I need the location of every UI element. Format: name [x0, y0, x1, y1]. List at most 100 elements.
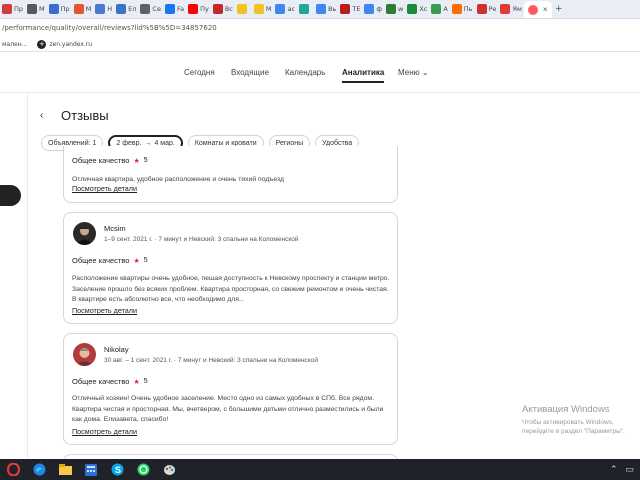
tab-title: Пь: [463, 5, 473, 13]
browser-tab[interactable]: Ел: [114, 0, 138, 18]
browser-tab[interactable]: Ям: [498, 0, 523, 18]
browser-tab[interactable]: Пр: [47, 0, 72, 18]
browser-tab-strip: Пр М Пр М Н Ел Се Fa Пу Вс Мас Вь ТЕ ф w Хс А Пь Ре Ям × +: [0, 0, 640, 19]
browser-tab[interactable]: Fa: [163, 0, 186, 18]
yandex-y-icon: [73, 4, 84, 14]
bookmark-item[interactable]: мален...: [2, 41, 27, 48]
browser-tab-active[interactable]: ×: [523, 0, 552, 18]
browser-tab[interactable]: ф: [362, 0, 384, 18]
translate-icon: [299, 4, 310, 14]
browser-tab[interactable]: М: [25, 0, 47, 18]
tab-title: Ел: [128, 5, 137, 13]
browser-tab[interactable]: Пу: [186, 0, 211, 18]
whatsapp-icon[interactable]: [130, 459, 156, 480]
green-square-icon: [431, 4, 442, 14]
google-icon: [275, 4, 286, 14]
tab-title: Пр: [14, 5, 24, 13]
skype-icon[interactable]: S: [104, 459, 130, 480]
side-panel-toggle[interactable]: [0, 185, 21, 206]
url-text[interactable]: /performance/quality/overall/reviews?lid…: [2, 24, 217, 32]
browser-tab[interactable]: Пь: [450, 0, 475, 18]
calculator-icon[interactable]: [78, 459, 104, 480]
network-icon[interactable]: ▭: [625, 464, 634, 475]
review-meta: 1–9 сент. 2021 г. · 7 минут и Невский: 3…: [104, 236, 299, 243]
tab-title: М: [85, 5, 92, 13]
paint-icon[interactable]: [156, 459, 182, 480]
tab-title: М: [39, 5, 45, 13]
zen-icon: +: [37, 39, 47, 49]
site-nav: Сегодня Входящие Календарь Аналитика Мен…: [0, 53, 640, 93]
quality-rating: Общее качество ★ 5: [72, 156, 148, 165]
review-card: Nikolay 30 авг. – 1 сент. 2021 г. · 7 ми…: [63, 333, 398, 445]
tab-title: ТЕ: [352, 5, 361, 13]
browser-tab[interactable]: Хс: [405, 0, 429, 18]
reviewer-name: Nikolay: [104, 345, 129, 354]
tab-title: Fa: [176, 5, 185, 13]
browser-tab[interactable]: Пр: [0, 0, 25, 18]
star-icon: ★: [133, 157, 140, 165]
reviewer-info: Nikolay 30 авг. – 1 сент. 2021 г. · 7 ми…: [73, 343, 318, 366]
batman-icon: [253, 4, 264, 14]
youtube-icon: [188, 4, 199, 14]
review-card: Mcsim 1–9 сент. 2021 г. · 7 минут и Невс…: [63, 212, 398, 324]
browser-tab[interactable]: Н: [93, 0, 114, 18]
browser-tab[interactable]: Вь: [314, 0, 338, 18]
tab-title: Вь: [328, 5, 337, 13]
browser-tab[interactable]: ТЕ: [338, 0, 362, 18]
heart-icon: [451, 4, 462, 14]
review-card: Общее качество ★ 5 Отличная квартира, уд…: [63, 146, 398, 203]
star-icon: ★: [133, 378, 140, 386]
edge-icon[interactable]: [26, 459, 52, 480]
bookmarks-bar: мален... + zen.yandex.ru: [0, 37, 640, 52]
nav-menu[interactable]: Меню ⌄: [398, 68, 429, 77]
tab-title: Ре: [488, 5, 497, 13]
browser-tab[interactable]: М: [252, 0, 274, 18]
browser-tab[interactable]: М: [72, 0, 94, 18]
view-details-link[interactable]: Посмотреть детали: [72, 184, 137, 193]
opera-icon: [212, 4, 223, 14]
nav-inbox[interactable]: Входящие: [231, 68, 269, 77]
reviewer-name: Mcsim: [104, 224, 126, 233]
avatar[interactable]: [73, 343, 96, 366]
review-text: Расположение квартиры очень удобное, пеш…: [72, 275, 390, 303]
opera-icon[interactable]: [0, 459, 26, 480]
browser-tab[interactable]: [297, 0, 314, 18]
windows-taskbar: S ⌃ ▭: [0, 459, 640, 480]
blue-square-icon: [48, 4, 59, 14]
tab-title: ас: [287, 5, 296, 13]
red-circle-icon: [476, 4, 487, 14]
file-explorer-icon[interactable]: [52, 459, 78, 480]
bank-icon: [340, 4, 351, 14]
maps-pin-icon: [500, 4, 511, 14]
tab-title: Се: [152, 5, 161, 13]
doc-icon: [140, 4, 151, 14]
tab-title: Пу: [200, 5, 209, 13]
bookmark-item-zen[interactable]: + zen.yandex.ru: [37, 39, 92, 49]
view-details-link[interactable]: Посмотреть детали: [72, 427, 137, 436]
green-square-icon: [385, 4, 396, 14]
view-details-link[interactable]: Посмотреть детали: [72, 306, 137, 315]
back-arrow-icon[interactable]: ‹: [40, 110, 43, 121]
browser-tab[interactable]: ас: [273, 0, 297, 18]
browser-tab[interactable]: Ре: [475, 0, 499, 18]
tab-title: А: [443, 5, 448, 13]
tab-title: ф: [376, 5, 382, 13]
avatar[interactable]: [73, 222, 96, 245]
nav-analytics[interactable]: Аналитика: [342, 68, 385, 83]
browser-tab[interactable]: Вс: [211, 0, 235, 18]
browser-tab[interactable]: Се: [138, 0, 163, 18]
nav-today[interactable]: Сегодня: [184, 68, 215, 77]
nav-calendar[interactable]: Календарь: [285, 68, 325, 77]
chevron-up-icon[interactable]: ⌃: [610, 464, 618, 475]
google-icon: [316, 4, 327, 14]
gear-dark-icon: [27, 4, 38, 14]
browser-tab[interactable]: [235, 0, 252, 18]
address-bar[interactable]: /performance/quality/overall/reviews?lid…: [0, 19, 640, 37]
new-tab-button[interactable]: +: [552, 3, 566, 15]
browser-tab[interactable]: w: [384, 0, 405, 18]
batman-icon: [236, 4, 247, 14]
browser-tab[interactable]: А: [429, 0, 449, 18]
red-square-icon: [2, 4, 12, 14]
avatar-photo: [73, 343, 96, 366]
close-tab-icon[interactable]: ×: [543, 5, 548, 14]
